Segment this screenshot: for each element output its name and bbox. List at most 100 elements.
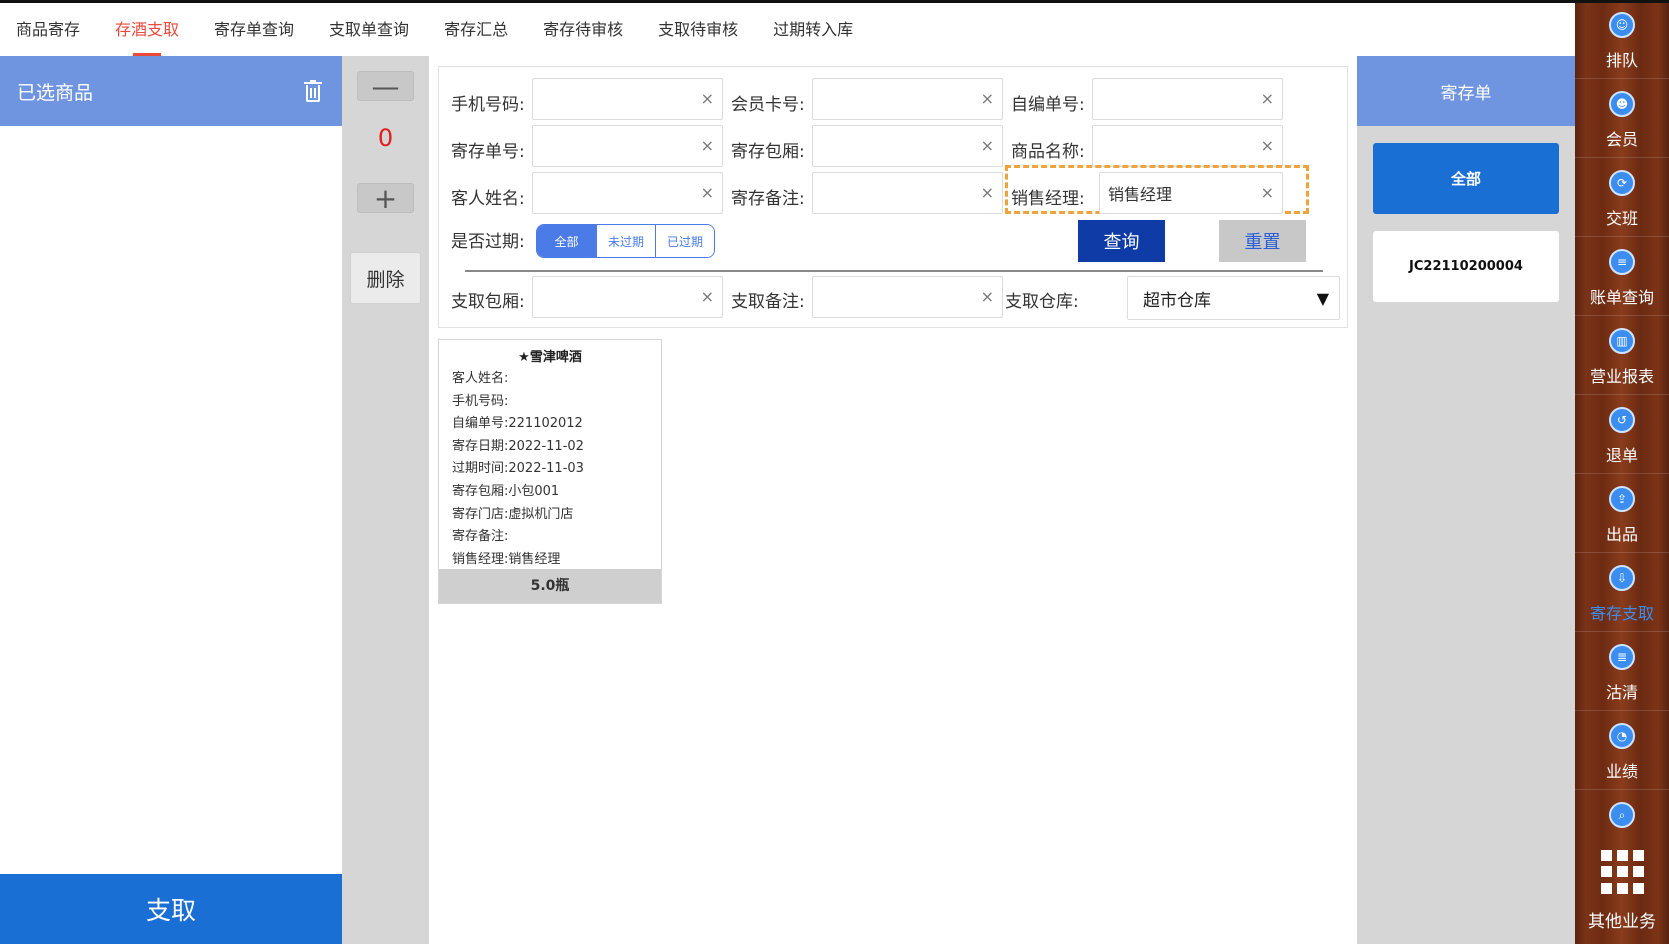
sidebar-item-search[interactable]: ⌕ bbox=[1575, 793, 1669, 833]
clear-icon[interactable]: × bbox=[1261, 136, 1274, 155]
card-self-number: 自编单号:221102012 bbox=[452, 416, 583, 432]
sidebar-item-deposit-withdraw[interactable]: ⇩ 寄存支取 bbox=[1575, 556, 1669, 635]
tab-withdraw-query[interactable]: 支取单查询 bbox=[329, 3, 409, 56]
take-remark-label: 支取备注: bbox=[731, 292, 805, 312]
deposit-order-input[interactable] bbox=[533, 126, 722, 166]
sidebar-divider bbox=[1575, 394, 1669, 395]
order-item[interactable]: JC22110200004 bbox=[1373, 231, 1559, 302]
clear-icon[interactable]: × bbox=[701, 89, 714, 108]
clear-icon[interactable]: × bbox=[1261, 89, 1274, 108]
clear-icon[interactable]: × bbox=[981, 183, 994, 202]
room-label: 寄存包厢: bbox=[731, 142, 805, 162]
performance-icon: ◔ bbox=[1609, 723, 1635, 749]
clear-icon[interactable]: × bbox=[981, 89, 994, 108]
tab-deposit-review[interactable]: 寄存待审核 bbox=[543, 3, 623, 56]
member-label: 会员卡号: bbox=[731, 95, 805, 115]
quantity-value: 0 bbox=[377, 124, 394, 152]
card-deposit-room: 寄存包厢:小包001 bbox=[452, 483, 560, 499]
tab-goods-deposit[interactable]: 商品寄存 bbox=[16, 3, 80, 56]
minus-button[interactable]: — bbox=[357, 70, 414, 103]
card-remark: 寄存备注: bbox=[452, 529, 509, 545]
all-orders-button[interactable]: 全部 bbox=[1373, 143, 1559, 214]
clear-icon[interactable]: × bbox=[1261, 183, 1274, 202]
sidebar-item-label: 营业报表 bbox=[1589, 367, 1654, 386]
clear-icon[interactable]: × bbox=[981, 287, 994, 306]
tab-wine-withdraw[interactable]: 存酒支取 bbox=[115, 3, 179, 56]
sidebar-item-label: 沽清 bbox=[1605, 683, 1638, 702]
clear-icon[interactable]: × bbox=[981, 136, 994, 155]
grid-icon[interactable] bbox=[1601, 850, 1645, 894]
deposit-order-header: 寄存单 bbox=[1357, 56, 1575, 126]
selected-goods-title: 已选商品 bbox=[17, 81, 94, 104]
orderno-input-box: × bbox=[532, 125, 723, 167]
phone-input[interactable] bbox=[533, 79, 722, 119]
manager-input-box: × bbox=[1099, 172, 1283, 214]
take-remark-input-box: × bbox=[812, 276, 1003, 318]
deposit-icon: ⇩ bbox=[1609, 565, 1635, 591]
deposit-order-panel: 寄存单 全部 JC22110200004 bbox=[1357, 56, 1575, 944]
clear-icon[interactable]: × bbox=[701, 183, 714, 202]
filter-all[interactable]: 全部 bbox=[537, 225, 596, 257]
dropdown-arrow-icon: ▼ bbox=[1316, 288, 1329, 308]
room-input-box: × bbox=[812, 125, 1003, 167]
tab-deposit-summary[interactable]: 寄存汇总 bbox=[444, 3, 508, 56]
goods-name-input[interactable] bbox=[1093, 126, 1282, 166]
sidebar-item-label: 退单 bbox=[1605, 446, 1638, 465]
take-room-label: 支取包厢: bbox=[451, 292, 525, 312]
withdraw-button[interactable]: 支取 bbox=[0, 874, 342, 944]
tab-deposit-query[interactable]: 寄存单查询 bbox=[214, 3, 294, 56]
deposit-card[interactable]: ★雪津啤酒 客人姓名: 手机号码: 自编单号:221102012 寄存日期:20… bbox=[438, 339, 662, 604]
card-manager: 销售经理:销售经理 bbox=[452, 551, 561, 567]
deposit-room-input[interactable] bbox=[813, 126, 1002, 166]
member-input-box: × bbox=[812, 78, 1003, 120]
sidebar-item-performance[interactable]: ◔ 业绩 bbox=[1575, 714, 1669, 793]
member-card-input[interactable] bbox=[813, 79, 1002, 119]
selfno-input-box: × bbox=[1092, 78, 1283, 120]
search-form: 手机号码: × 会员卡号: × 自编单号: × 寄存单号: × 寄存包厢: × … bbox=[438, 66, 1348, 328]
tab-expired-transfer[interactable]: 过期转入库 bbox=[773, 3, 853, 56]
phone-input-box: × bbox=[532, 78, 723, 120]
sidebar-item-label: 交班 bbox=[1605, 209, 1638, 228]
sidebar-divider bbox=[1575, 710, 1669, 711]
clear-icon[interactable]: × bbox=[701, 287, 714, 306]
selected-goods-header: 已选商品 bbox=[0, 56, 342, 126]
query-button[interactable]: 查询 bbox=[1078, 220, 1165, 262]
filter-expired[interactable]: 已过期 bbox=[655, 225, 714, 257]
bill-icon: ≡ bbox=[1609, 249, 1635, 275]
take-room-input-box: × bbox=[532, 276, 723, 318]
sidebar-item-label: 排队 bbox=[1605, 51, 1638, 70]
plus-button[interactable]: + bbox=[357, 182, 414, 215]
sidebar-item-report[interactable]: ▥ 营业报表 bbox=[1575, 319, 1669, 398]
manager-label: 销售经理: bbox=[1011, 189, 1085, 209]
tab-withdraw-review[interactable]: 支取待审核 bbox=[658, 3, 738, 56]
sales-manager-input[interactable] bbox=[1100, 173, 1282, 213]
sidebar-item-refund[interactable]: ↺ 退单 bbox=[1575, 398, 1669, 477]
sidebar-item-clear-stock[interactable]: ≣ 沽清 bbox=[1575, 635, 1669, 714]
sidebar-item-shift[interactable]: ⟳ 交班 bbox=[1575, 161, 1669, 240]
sidebar-divider bbox=[1575, 78, 1669, 79]
trash-icon[interactable] bbox=[304, 80, 322, 102]
delete-button[interactable]: 删除 bbox=[350, 252, 421, 304]
filter-not-expired[interactable]: 未过期 bbox=[596, 225, 655, 257]
shift-icon: ⟳ bbox=[1609, 170, 1635, 196]
selfno-label: 自编单号: bbox=[1011, 95, 1085, 115]
deposit-remark-input[interactable] bbox=[813, 173, 1002, 213]
goods-label: 商品名称: bbox=[1011, 142, 1085, 162]
card-store: 寄存门店:虚拟机门店 bbox=[452, 506, 574, 522]
withdraw-remark-input[interactable] bbox=[813, 277, 1002, 317]
sidebar-item-output[interactable]: ⇪ 出品 bbox=[1575, 477, 1669, 556]
card-expire-time: 过期时间:2022-11-03 bbox=[452, 461, 584, 477]
sidebar-item-member[interactable]: ☻ 会员 bbox=[1575, 82, 1669, 161]
withdraw-room-input[interactable] bbox=[533, 277, 722, 317]
sidebar-item-queue[interactable]: ☺ 排队 bbox=[1575, 3, 1669, 82]
clear-icon[interactable]: × bbox=[701, 136, 714, 155]
warehouse-select[interactable]: 超市仓库 ▼ bbox=[1127, 276, 1340, 320]
self-number-input[interactable] bbox=[1093, 79, 1282, 119]
reset-button[interactable]: 重置 bbox=[1219, 220, 1306, 262]
sidebar-divider bbox=[1575, 789, 1669, 790]
other-business-label[interactable]: 其他业务 bbox=[1575, 907, 1669, 932]
guest-name-input[interactable] bbox=[533, 173, 722, 213]
card-phone: 手机号码: bbox=[452, 393, 509, 409]
sidebar-divider bbox=[1575, 236, 1669, 237]
sidebar-item-bill-query[interactable]: ≡ 账单查询 bbox=[1575, 240, 1669, 319]
